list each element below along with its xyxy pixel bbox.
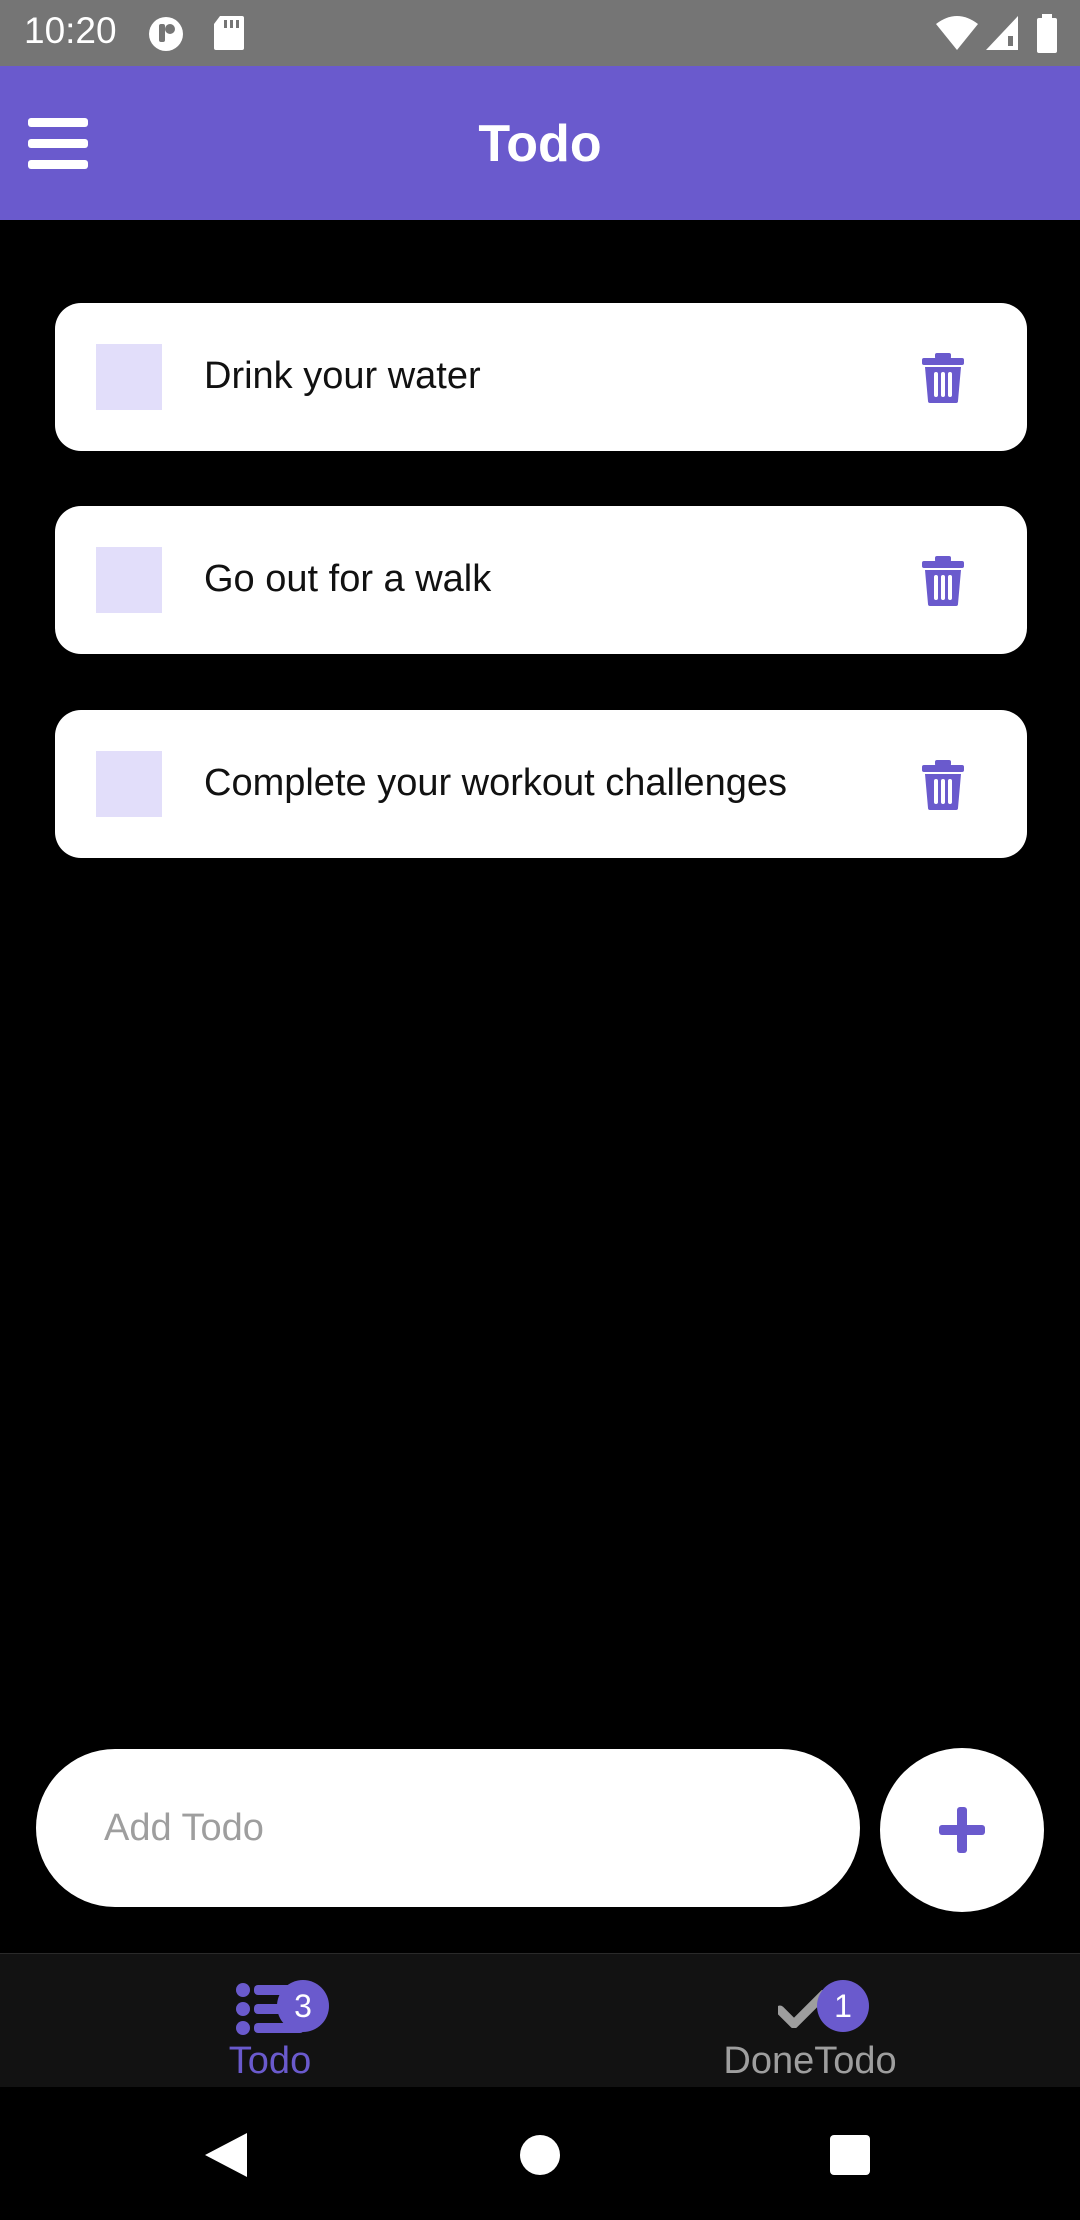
- delete-button[interactable]: [917, 758, 969, 812]
- todo-checkbox[interactable]: [96, 751, 162, 817]
- todo-item: Complete your workout challenges: [55, 710, 1027, 858]
- todo-count-badge: 3: [277, 1980, 329, 2032]
- signal-icon: [986, 16, 1018, 50]
- sd-card-icon: [214, 16, 244, 50]
- wifi-icon: [936, 16, 978, 50]
- todo-text: Go out for a walk: [204, 558, 492, 600]
- status-time: 10:20: [24, 10, 117, 51]
- tab-donetodo-label: DoneTodo: [723, 2040, 897, 2082]
- todo-text: Drink your water: [204, 355, 481, 397]
- app-bar: Todo: [0, 66, 1080, 220]
- todo-item: Go out for a walk: [55, 506, 1027, 654]
- status-bar: 10:20: [0, 0, 1080, 66]
- back-icon[interactable]: [203, 2131, 249, 2179]
- add-todo-button[interactable]: [880, 1748, 1044, 1912]
- todo-checkbox[interactable]: [96, 547, 162, 613]
- recents-icon[interactable]: [829, 2134, 871, 2176]
- data-saver-icon: [149, 17, 183, 51]
- todo-text: Complete your workout challenges: [204, 762, 787, 804]
- delete-button[interactable]: [917, 554, 969, 608]
- delete-button[interactable]: [917, 351, 969, 405]
- tab-todo[interactable]: 3 Todo: [0, 1954, 540, 2087]
- trash-icon: [922, 353, 964, 403]
- trash-icon: [922, 760, 964, 810]
- trash-icon: [922, 556, 964, 606]
- home-icon[interactable]: [518, 2133, 562, 2177]
- plus-icon: [939, 1807, 985, 1853]
- tab-donetodo[interactable]: 1 DoneTodo: [540, 1954, 1080, 2087]
- todo-checkbox[interactable]: [96, 344, 162, 410]
- bottom-navigation: 3 Todo 1 DoneTodo: [0, 1953, 1080, 2087]
- page-title: Todo: [478, 115, 602, 173]
- tab-todo-label: Todo: [228, 2040, 312, 2082]
- battery-icon: [1037, 14, 1057, 53]
- system-navigation-bar: [0, 2087, 1080, 2220]
- donetodo-count-badge: 1: [817, 1980, 869, 2032]
- todo-item: Drink your water: [55, 303, 1027, 451]
- add-todo-input[interactable]: [36, 1749, 860, 1907]
